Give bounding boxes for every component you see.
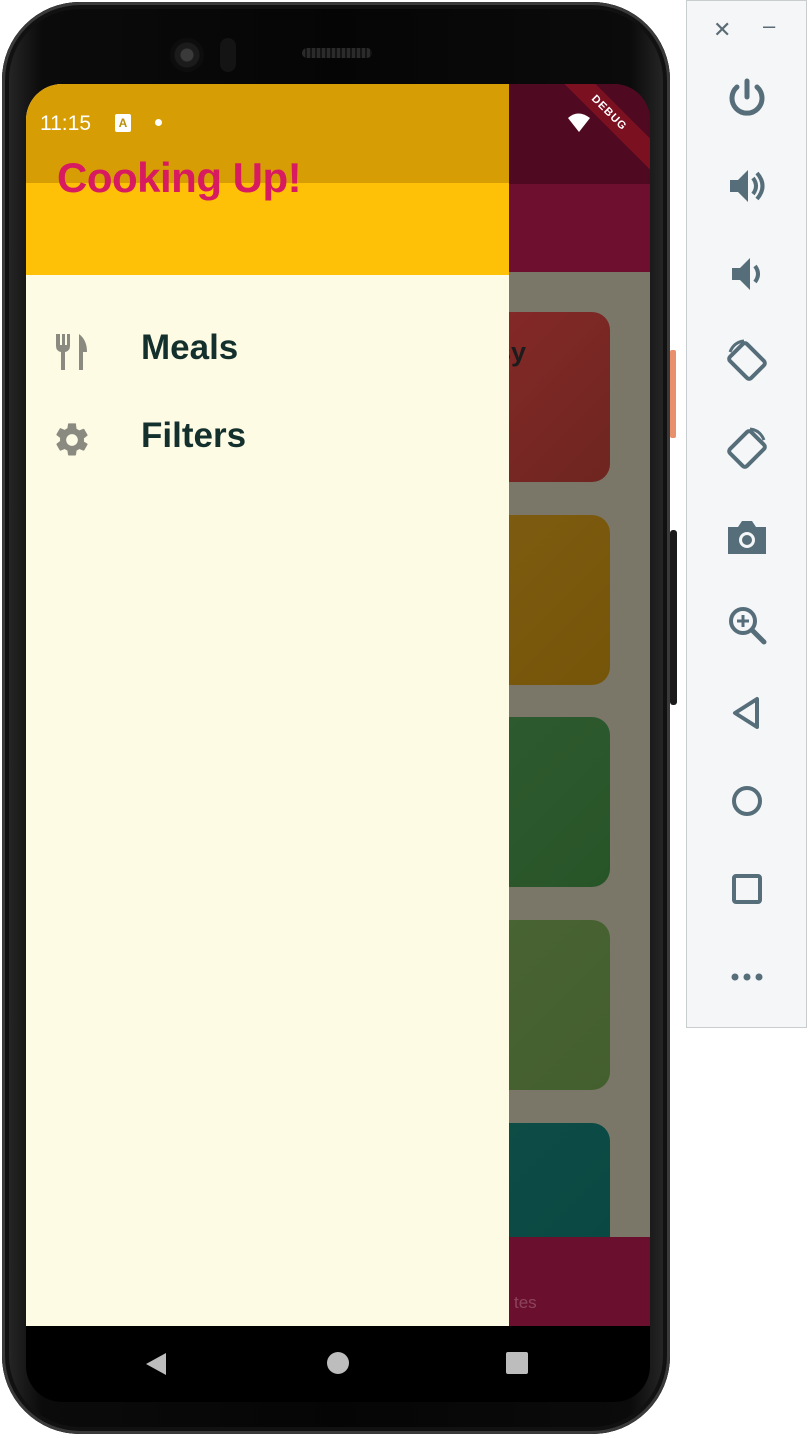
overview-icon[interactable] <box>722 864 772 914</box>
device-screen: asy tes DEBUG 11:15 A Cooking Up! <box>26 84 650 1326</box>
drawer-item-filters[interactable]: Filters <box>26 396 509 482</box>
back-icon[interactable] <box>144 1351 170 1377</box>
back-icon[interactable] <box>722 688 772 738</box>
emulator-window-controls: ✕ – <box>687 1 806 61</box>
earpiece-speaker <box>302 48 372 58</box>
drawer-item-label: Meals <box>141 328 239 367</box>
android-navigation-bar <box>26 1326 650 1402</box>
notification-dot-icon <box>155 119 162 126</box>
drawer-header: 11:15 A Cooking Up! <box>26 84 509 275</box>
close-icon[interactable]: ✕ <box>713 17 731 43</box>
emulator-toolbar: ✕ – <box>686 0 807 1028</box>
drawer-title: Cooking Up! <box>57 154 302 201</box>
fork-knife-icon <box>52 332 92 372</box>
volume-up-icon[interactable] <box>722 161 772 211</box>
drawer-item-meals[interactable]: Meals <box>26 308 509 394</box>
proximity-sensor <box>220 38 236 72</box>
bottom-nav-label[interactable]: tes <box>514 1293 537 1313</box>
minimize-icon[interactable]: – <box>763 13 775 39</box>
camera-icon[interactable] <box>722 512 772 562</box>
power-button-accent <box>670 350 676 438</box>
zoom-icon[interactable] <box>722 600 772 650</box>
navigation-drawer: 11:15 A Cooking Up! Meals Filters <box>26 84 509 1326</box>
home-icon[interactable] <box>722 776 772 826</box>
front-camera <box>170 38 204 72</box>
drawer-item-label: Filters <box>141 416 247 455</box>
volume-down-icon[interactable] <box>722 249 772 299</box>
rotate-left-icon[interactable] <box>722 336 772 386</box>
rotate-right-icon[interactable] <box>722 424 772 474</box>
power-icon[interactable] <box>722 73 772 123</box>
volume-rocker <box>670 530 677 705</box>
gear-icon <box>52 420 92 460</box>
home-icon[interactable] <box>326 1351 350 1375</box>
status-time: 11:15 <box>40 112 91 135</box>
overview-icon[interactable] <box>506 1352 528 1374</box>
a-notification-icon: A <box>115 114 131 132</box>
more-icon[interactable] <box>722 952 772 1002</box>
